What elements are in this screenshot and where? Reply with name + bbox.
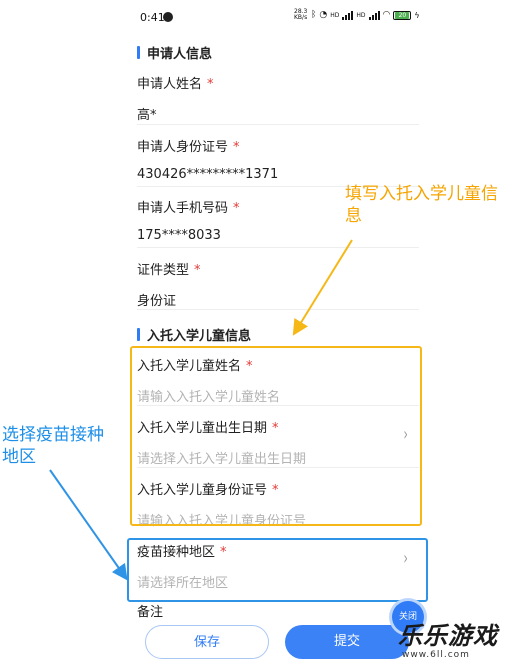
arrow-blue bbox=[49, 469, 128, 581]
save-button[interactable]: 保存 bbox=[145, 625, 269, 659]
watermark-url: www.6ll.com bbox=[402, 650, 470, 660]
arrow-yellow bbox=[292, 239, 353, 336]
watermark-text: 乐乐游戏 bbox=[398, 622, 498, 650]
annotation-arrows bbox=[49, 239, 353, 581]
watermark-logo: 乐乐游戏 www.6ll.com bbox=[398, 622, 506, 664]
submit-button[interactable]: 提交 bbox=[285, 625, 409, 659]
